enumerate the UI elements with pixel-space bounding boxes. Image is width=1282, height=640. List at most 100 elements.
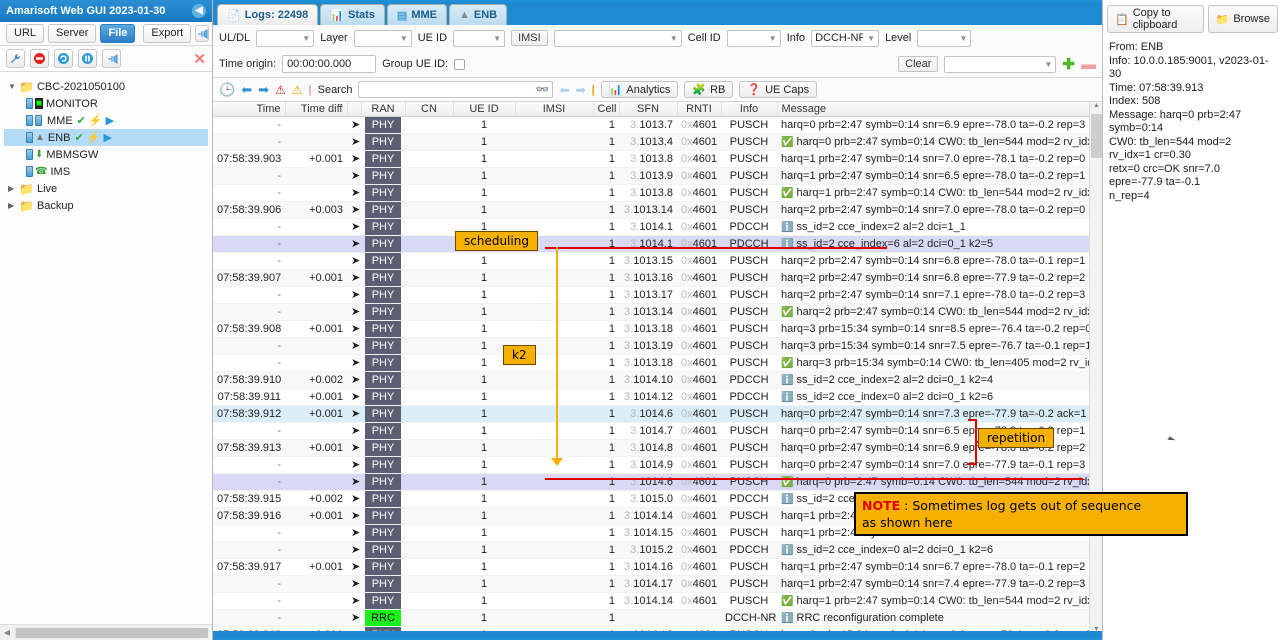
warning-icon[interactable]: ⚠ bbox=[292, 83, 303, 97]
table-row[interactable]: 07:58:39.907 +0.001 ➤ PHY 1 1 3.1013.16 0x4601 P… bbox=[213, 269, 1102, 287]
col-timediff[interactable]: Time diff bbox=[285, 102, 348, 117]
binoculars-icon[interactable]: 👓 bbox=[536, 83, 550, 96]
tree-item-cbc[interactable]: ▼ 📁 CBC-2021050100 bbox=[4, 78, 208, 95]
file-button[interactable]: File bbox=[100, 24, 136, 43]
tab-logs[interactable]: 📄 Logs: 22498 bbox=[217, 4, 319, 25]
clear-button[interactable]: Clear bbox=[898, 56, 939, 72]
table-row[interactable]: - ➤ PHY 1 1 3.1013.18 0x4601 PUSCH ✅ harq=3 prb=… bbox=[213, 354, 1102, 372]
table-row[interactable]: 07:58:39.906 +0.003 ➤ PHY 1 1 3.1013.14 0x4601 P… bbox=[213, 201, 1102, 219]
wrench-icon[interactable] bbox=[6, 49, 25, 68]
search-input[interactable]: 👓 bbox=[358, 81, 554, 98]
time-origin-input[interactable]: 00:00:00.000 bbox=[282, 55, 377, 73]
scroll-up-icon[interactable]: ▲ bbox=[1090, 102, 1102, 114]
col-sfn[interactable]: SFN bbox=[619, 102, 678, 117]
log-table-container[interactable]: Time Time diff RAN CN UE ID IMSI Cell SF… bbox=[213, 102, 1102, 638]
table-horizontal-scrollbar[interactable] bbox=[213, 631, 1102, 638]
col-ueid[interactable]: UE ID bbox=[453, 102, 516, 117]
plug-icon[interactable] bbox=[195, 25, 210, 42]
error-icon[interactable]: ⚠ bbox=[275, 83, 286, 97]
table-row[interactable]: -➤PHY113.1014.10x4601PDCCHℹ️ ss_id=2 cce… bbox=[213, 235, 1102, 253]
tree-item-enb[interactable]: ▲ ENB ✔︎ ⚡ ▶ bbox=[4, 129, 208, 146]
table-row[interactable]: - ➤ PHY 1 1 3.1013.17 0x4601 PUSCH harq=2 prb=2:… bbox=[213, 286, 1102, 304]
tree-item-monitor[interactable]: ■ MONITOR bbox=[4, 95, 208, 112]
scroll-track[interactable] bbox=[14, 626, 208, 639]
play-icon[interactable]: ▶ bbox=[106, 114, 114, 127]
collapse-arrow-icon[interactable]: ▶ bbox=[8, 201, 19, 210]
rb-button[interactable]: 🧩 RB bbox=[684, 81, 734, 98]
table-row[interactable]: - ➤ RRC 1 1 DCCH-NR ℹ️ RRC reconfiguration com… bbox=[213, 609, 1102, 627]
col-time[interactable]: Time bbox=[213, 102, 286, 117]
tree-item-backup[interactable]: ▶ 📁 Backup bbox=[4, 197, 208, 214]
refresh-icon[interactable] bbox=[54, 49, 73, 68]
server-button[interactable]: Server bbox=[48, 24, 97, 43]
uecaps-button[interactable]: ❓ UE Caps bbox=[739, 81, 818, 98]
forward-arrow-icon[interactable]: ➡ bbox=[258, 82, 269, 98]
next-arrow-icon[interactable]: ➡ bbox=[576, 83, 586, 97]
browse-button[interactable]: 📁 Browse bbox=[1207, 5, 1278, 33]
level-select[interactable]: ▼ bbox=[917, 29, 972, 47]
table-row[interactable]: - ➤ PHY 1 1 3.1013.14 0x4601 PUSCH ✅ harq=2 prb=… bbox=[213, 303, 1102, 321]
col-imsi[interactable]: IMSI bbox=[515, 102, 594, 117]
pause-icon[interactable] bbox=[78, 49, 97, 68]
connect-plug-icon[interactable] bbox=[102, 49, 121, 68]
table-row[interactable]: - ➤ PHY 1 1 3.1015.2 0x4601 PDCCH ℹ️ ss_id=2 cce… bbox=[213, 541, 1102, 559]
table-row[interactable]: - ➤ PHY 1 1 3.1013.7 0x4601 PUSCH harq=0 prb=2:4… bbox=[213, 116, 1102, 134]
col-cell[interactable]: Cell bbox=[593, 102, 620, 117]
table-row[interactable]: - ➤ PHY 1 1 3.1013.4 0x4601 PUSCH ✅ harq=0 prb=2… bbox=[213, 133, 1102, 151]
col-message[interactable]: Message bbox=[777, 102, 1102, 117]
table-row[interactable]: - ➤ PHY 1 1 3.1013.19 0x4601 PUSCH harq=3 prb=15… bbox=[213, 337, 1102, 355]
tree-item-live[interactable]: ▶ 📁 Live bbox=[4, 180, 208, 197]
col-cn[interactable]: CN bbox=[405, 102, 454, 117]
group-ueid-checkbox[interactable] bbox=[454, 58, 466, 70]
imsi-select[interactable]: ▼ bbox=[553, 29, 682, 47]
tab-enb[interactable]: ▲ ENB bbox=[448, 4, 508, 25]
tab-stats[interactable]: 📊 Stats bbox=[320, 4, 385, 25]
export-button[interactable]: Export bbox=[143, 24, 192, 43]
col-ran[interactable]: RAN bbox=[361, 102, 406, 117]
table-row[interactable]: 07:58:39.917 +0.001 ➤ PHY 1 1 3.1014.16 0x4601 P… bbox=[213, 558, 1102, 576]
stop-icon[interactable] bbox=[30, 49, 49, 68]
col-info[interactable]: Info bbox=[721, 102, 778, 117]
play-icon[interactable]: ▶ bbox=[103, 131, 111, 144]
scroll-thumb[interactable] bbox=[1091, 114, 1102, 158]
table-row[interactable]: 07:58:39.903 +0.001 ➤ PHY 1 1 3.1013.8 0x4601 PU… bbox=[213, 150, 1102, 168]
tab-mme[interactable]: ▤ MME bbox=[386, 4, 447, 25]
minus-icon[interactable]: ▬ bbox=[1081, 57, 1096, 72]
tree-item-ims[interactable]: ☎ IMS bbox=[4, 163, 208, 180]
table-row[interactable]: - ➤ PHY 1 1 3.1014.14 0x4601 PUSCH ✅ harq=1 prb=… bbox=[213, 592, 1102, 610]
collapse-arrow-icon[interactable]: ▶ bbox=[8, 184, 19, 193]
col-rnti[interactable]: RNTI bbox=[677, 102, 722, 117]
scroll-left-icon[interactable]: ◀ bbox=[0, 628, 14, 637]
preset-select[interactable]: ▼ bbox=[944, 55, 1057, 73]
plus-icon[interactable]: ✚ bbox=[1062, 57, 1075, 72]
layer-select[interactable]: ▼ bbox=[353, 29, 412, 47]
chevron-left-icon[interactable]: ◀ bbox=[192, 4, 206, 18]
scroll-thumb[interactable] bbox=[16, 627, 208, 638]
uldl-select[interactable]: ▼ bbox=[256, 29, 315, 47]
analytics-button[interactable]: 📊 Analytics bbox=[600, 81, 679, 98]
back-arrow-icon[interactable]: ⬅ bbox=[241, 82, 252, 98]
sidebar-horizontal-scrollbar[interactable]: ◀ ▶ bbox=[0, 624, 212, 640]
table-row[interactable]: - ➤ PHY 1 1 3.1013.15 0x4601 PUSCH harq=2 prb=2:… bbox=[213, 252, 1102, 270]
tree-item-mbmsgw[interactable]: ⬇ MBMSGW bbox=[4, 146, 208, 163]
table-row[interactable]: - ➤ PHY 1 1 3.1013.9 0x4601 PUSCH harq=1 prb=2:4… bbox=[213, 167, 1102, 185]
clock-icon[interactable]: 🕒 bbox=[219, 82, 235, 98]
table-row[interactable]: 07:58:39.911 +0.001 ➤ PHY 1 1 3.1014.12 0x4601 P… bbox=[213, 388, 1102, 406]
table-row[interactable]: - ➤ PHY 1 1 3.1013.8 0x4601 PUSCH ✅ harq=1 prb=2… bbox=[213, 184, 1102, 202]
close-icon[interactable]: ✕ bbox=[193, 50, 206, 68]
table-row[interactable]: - ➤ PHY 1 1 3.1014.6 0x4601 PUSCH ✅ harq=0 prb=2… bbox=[213, 473, 1102, 491]
table-vertical-scrollbar[interactable]: ▲ ▼ bbox=[1089, 102, 1102, 638]
table-row[interactable]: - ➤ PHY 1 1 3.1014.17 0x4601 PUSCH harq=1 prb=2:… bbox=[213, 575, 1102, 593]
imsi-button[interactable]: IMSI bbox=[511, 30, 548, 46]
table-row[interactable]: -➤PHY113.1014.10x4601PDCCHℹ️ ss_id=2 cce… bbox=[213, 218, 1102, 236]
table-row[interactable]: 07:58:39.910 +0.002 ➤ PHY 1 1 3.1014.10 0x4601 P… bbox=[213, 371, 1102, 389]
tree-item-mme[interactable]: MME ✔︎ ⚡ ▶ bbox=[4, 112, 208, 129]
cellid-select[interactable]: ▼ bbox=[726, 29, 781, 47]
prev-arrow-icon[interactable]: ⬅ bbox=[559, 83, 569, 97]
ueid-select[interactable]: ▼ bbox=[453, 29, 506, 47]
copy-to-clipboard-button[interactable]: 📋 Copy to clipboard bbox=[1107, 5, 1204, 33]
expand-arrow-icon[interactable]: ▼ bbox=[8, 82, 19, 91]
info-select[interactable]: DCCH-NR, ▼ bbox=[811, 29, 880, 47]
table-row[interactable]: 07:58:39.908 +0.001 ➤ PHY 1 1 3.1013.18 0x4601 P… bbox=[213, 320, 1102, 338]
url-button[interactable]: URL bbox=[6, 24, 45, 43]
